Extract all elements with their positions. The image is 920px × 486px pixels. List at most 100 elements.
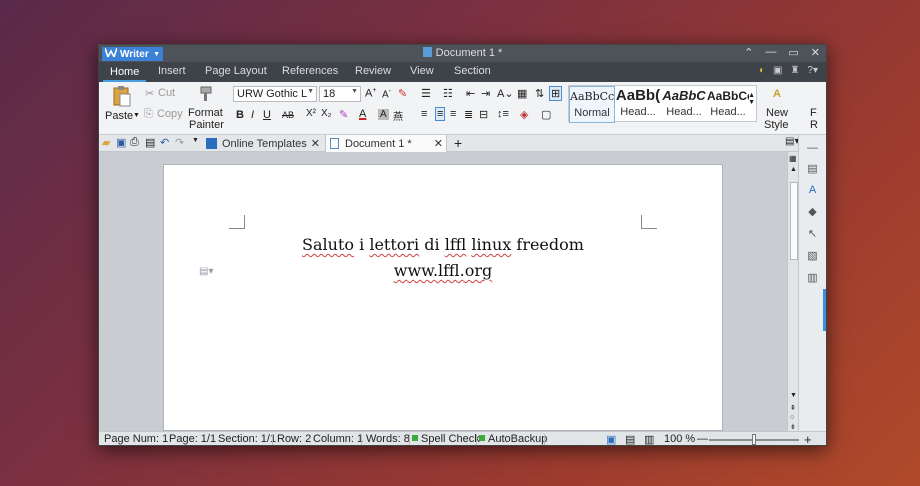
open-icon[interactable]: ▰ <box>102 136 110 149</box>
increase-indent-icon[interactable]: ⇥ <box>481 87 490 100</box>
autobackup-toggle[interactable]: AutoBackup <box>479 433 547 445</box>
bold-icon[interactable]: B <box>236 109 244 121</box>
tab-references[interactable]: References <box>282 65 338 77</box>
style-heading-1[interactable]: AaBb( Head... <box>615 86 661 123</box>
page-view-icon[interactable]: ▣ <box>606 433 616 445</box>
document-line-2[interactable]: www.lffl.org <box>164 261 722 280</box>
spell-check-toggle[interactable]: Spell Check <box>412 433 480 445</box>
shading-icon[interactable]: ◈ <box>520 108 528 121</box>
add-tab-icon[interactable]: + <box>454 135 462 151</box>
strikethrough-icon[interactable]: AB <box>282 110 294 120</box>
minimize-icon[interactable]: — <box>765 46 776 59</box>
picture-icon[interactable]: ▧ <box>806 249 819 262</box>
gallery-scroll-icon[interactable]: ▲ ▼ <box>748 92 755 106</box>
select-icon[interactable]: ↖ <box>806 227 819 240</box>
line-spacing-icon[interactable]: ↕≡ <box>497 108 509 120</box>
help-icon[interactable]: ?▾ <box>807 65 818 76</box>
close-icon[interactable]: ✕ <box>311 137 320 150</box>
align-left-icon[interactable]: ≡ <box>421 108 427 120</box>
shapes-icon[interactable]: ◆ <box>806 205 819 218</box>
italic-icon[interactable]: I <box>251 109 254 121</box>
justify-icon[interactable]: ≣ <box>464 108 473 121</box>
borders-icon[interactable]: ▢ <box>541 108 551 121</box>
prev-page-icon[interactable]: ⇞ <box>790 404 796 412</box>
grow-font-icon[interactable]: A+ <box>365 87 376 100</box>
new-document-icon[interactable]: ▤ <box>806 162 819 175</box>
new-style-label-1[interactable]: New <box>766 107 788 119</box>
font-name-select[interactable]: URW Gothic L ▼ <box>233 86 317 102</box>
backup-icon[interactable]: ▥ <box>806 271 819 284</box>
cut-button[interactable]: Cut <box>158 87 175 99</box>
tab-page-layout[interactable]: Page Layout <box>205 65 267 77</box>
document-page[interactable]: ▤▾ Saluto i lettori di lffl linux freedo… <box>163 164 723 431</box>
customize-icon[interactable]: ▼ <box>192 137 199 144</box>
new-style-icon[interactable]: A <box>768 86 786 102</box>
shrink-font-icon[interactable]: A- <box>382 88 391 100</box>
close-icon[interactable]: ✕ <box>811 46 820 59</box>
document-line-1[interactable]: Saluto i lettori di lffl linux freedom <box>164 235 722 254</box>
show-marks-icon[interactable]: ⊞ <box>549 86 563 101</box>
outline-view-icon[interactable]: ▤ <box>625 433 635 445</box>
font-color-icon[interactable]: A <box>359 108 366 120</box>
table-icon[interactable]: ▦ <box>517 87 527 100</box>
phonetic-icon[interactable]: 燕 <box>393 108 403 123</box>
maximize-icon[interactable]: ▭ <box>788 46 798 59</box>
tab-online-templates[interactable]: Online Templates ✕ <box>203 135 323 152</box>
paste-icon[interactable] <box>111 85 133 107</box>
close-icon[interactable]: ✕ <box>434 137 443 150</box>
format-painter-label-2[interactable]: Painter <box>189 119 224 131</box>
next-page-icon[interactable]: ⇟ <box>790 423 796 431</box>
scroll-up-icon[interactable]: ▲ <box>790 166 797 173</box>
numbering-icon[interactable]: ☷ <box>443 87 453 100</box>
zoom-level[interactable]: 100 % <box>664 433 695 445</box>
ruler-toggle-icon[interactable]: ▦ <box>789 154 797 163</box>
overflow-label-1[interactable]: F <box>810 107 817 119</box>
scroll-thumb[interactable] <box>790 182 798 260</box>
decrease-indent-icon[interactable]: ⇤ <box>466 87 475 100</box>
cut-icon[interactable]: ✂ <box>145 87 154 100</box>
format-painter-label-1[interactable]: Format <box>188 107 223 119</box>
distribute-icon[interactable]: ⊟ <box>479 108 488 121</box>
print-icon[interactable]: ⎙ <box>130 136 139 149</box>
new-style-label-2[interactable]: Style <box>764 119 788 131</box>
style-heading-2[interactable]: AaBbC Head... <box>661 86 707 123</box>
align-right-icon[interactable]: ≡ <box>450 108 456 120</box>
zoom-out-icon[interactable]: — <box>697 433 708 445</box>
browse-object-icon[interactable]: ○ <box>790 414 794 421</box>
collapse-panel-icon[interactable]: — <box>806 141 819 154</box>
tab-insert[interactable]: Insert <box>158 65 186 77</box>
shirt-icon[interactable]: ♜ <box>790 65 799 76</box>
highlight-icon[interactable]: ✎ <box>339 108 348 121</box>
style-normal[interactable]: AaBbCcDd Normal <box>569 86 615 123</box>
format-painter-icon[interactable] <box>197 85 213 103</box>
undo-icon[interactable]: ↶ <box>160 136 169 149</box>
tab-home[interactable]: Home <box>103 64 147 82</box>
tab-review[interactable]: Review <box>355 65 391 77</box>
bullets-icon[interactable]: ☰ <box>421 87 431 100</box>
font-size-select[interactable]: 18 ▼ <box>319 86 361 102</box>
tab-section[interactable]: Section <box>454 65 491 77</box>
share-icon[interactable]: ▣ <box>773 65 782 76</box>
paste-button[interactable]: Paste <box>105 110 133 122</box>
text-direction-icon[interactable]: A⌄ <box>497 87 514 100</box>
print-preview-icon[interactable]: ▤ <box>145 136 155 149</box>
collapse-icon[interactable]: ⌃ <box>744 46 753 59</box>
zoom-in-icon[interactable]: + <box>804 432 812 445</box>
style-heading-3[interactable]: AaBbCc Head... <box>707 86 749 123</box>
clear-format-icon[interactable]: ✎ <box>398 87 407 100</box>
zoom-slider-thumb[interactable] <box>752 434 756 445</box>
subscript-icon[interactable]: X₂ <box>321 108 332 119</box>
align-center-icon[interactable]: ≡ <box>435 107 446 121</box>
char-shading-icon[interactable]: A <box>378 109 389 120</box>
style-panel-icon[interactable]: A <box>806 183 819 196</box>
copy-icon[interactable]: ⎘ <box>144 108 153 121</box>
underline-icon[interactable]: U <box>263 109 271 121</box>
panel-resize-handle[interactable] <box>823 289 826 331</box>
redo-icon[interactable]: ↷ <box>175 136 184 149</box>
overflow-label-2[interactable]: R <box>810 119 818 131</box>
tab-document-1[interactable]: Document 1 * ✕ <box>325 135 447 152</box>
save-icon[interactable]: ▣ <box>116 136 126 149</box>
superscript-icon[interactable]: X² <box>306 108 316 119</box>
web-view-icon[interactable]: ▥ <box>644 433 654 445</box>
sort-icon[interactable]: ⇅ <box>535 87 544 100</box>
